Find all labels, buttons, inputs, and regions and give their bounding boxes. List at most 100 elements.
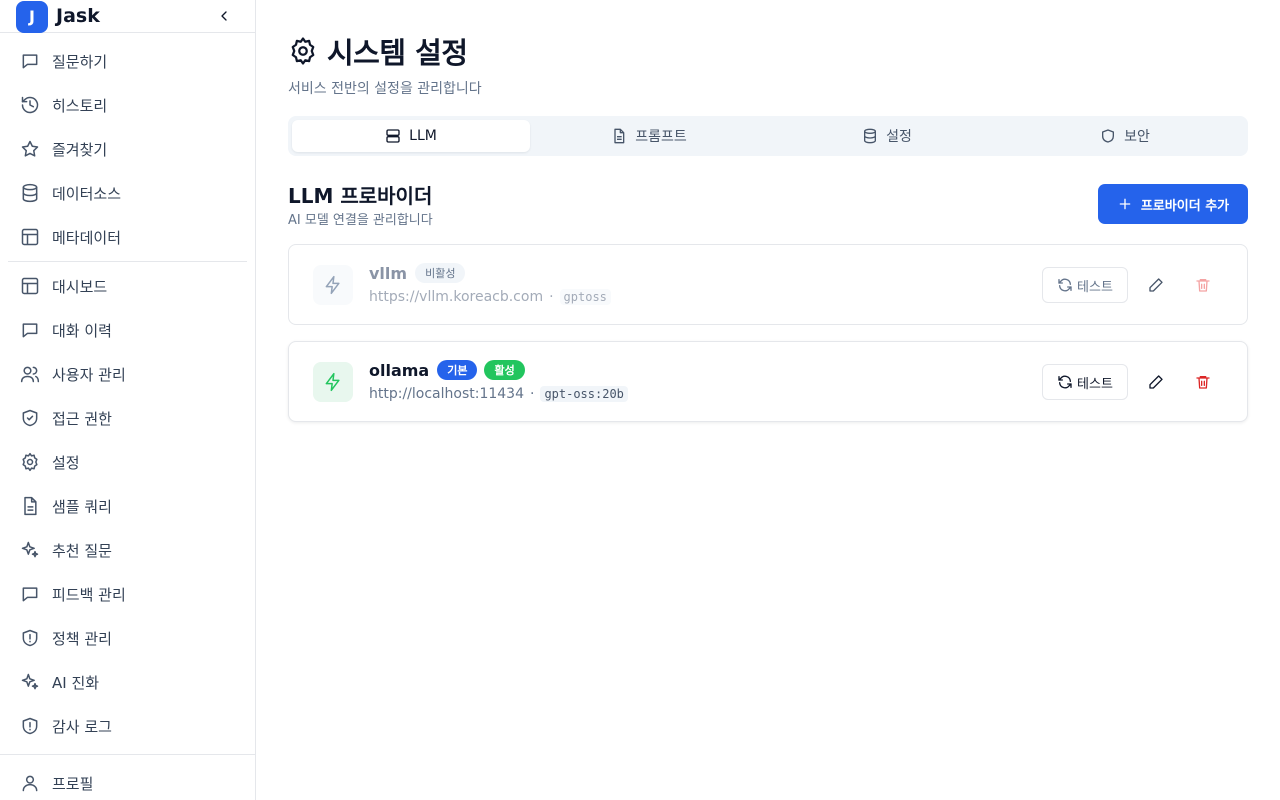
provider-card-ollama: ollama 기본 활성 http://localhost:11434 · gp… [288, 341, 1248, 422]
sidebar-item-policies[interactable]: 정책 관리 [0, 616, 255, 660]
provider-model: gptoss [559, 289, 611, 305]
shield-check-icon [20, 408, 40, 428]
shield-alert-icon [20, 716, 40, 736]
sidebar-item-sample-queries[interactable]: 샘플 쿼리 [0, 484, 255, 528]
sidebar-divider [8, 261, 247, 262]
test-label: 테스트 [1077, 279, 1113, 295]
provider-name: vllm [369, 263, 408, 283]
delete-button[interactable] [1187, 366, 1219, 398]
database-icon [862, 128, 878, 144]
provider-card-vllm: vllm 비활성 https://vllm.koreacb.com · gpto… [288, 244, 1248, 325]
message-icon [20, 320, 40, 340]
sidebar-item-dashboard[interactable]: 대시보드 [0, 264, 255, 308]
collapse-sidebar-button[interactable] [212, 4, 236, 28]
shield-alert-icon [20, 628, 40, 648]
provider-url: https://vllm.koreacb.com [369, 289, 544, 305]
layout-icon [20, 227, 40, 247]
tab-label: 프롬프트 [635, 129, 687, 145]
sidebar-item-metadata[interactable]: 메타데이터 [0, 215, 255, 259]
test-button[interactable]: 테스트 [1042, 267, 1128, 303]
sidebar-item-label: 샘플 쿼리 [52, 497, 112, 516]
sidebar-item-ai-evolution[interactable]: AI 진화 [0, 660, 255, 704]
sidebar-item-label: 감사 로그 [52, 717, 112, 736]
provider-url: http://localhost:11434 [369, 386, 524, 402]
sidebar-item-label: 즐겨찾기 [52, 140, 108, 159]
tab-label: LLM [409, 128, 437, 144]
provider-avatar [313, 265, 353, 305]
title-row: 시스템 설정 [288, 30, 482, 72]
provider-name-row: vllm 비활성 [369, 263, 466, 283]
sidebar-item-label: 대화 이력 [52, 321, 112, 340]
provider-endpoint-row: http://localhost:11434 · gpt-oss:20b [369, 386, 628, 402]
message-icon [20, 584, 40, 604]
sidebar-item-label: 접근 권한 [52, 409, 112, 428]
tab-llm[interactable]: LLM [292, 120, 530, 152]
sidebar-item-ask[interactable]: 질문하기 [0, 39, 255, 83]
status-badge-active: 활성 [484, 360, 525, 380]
sidebar-nav-account: 프로필 [0, 761, 255, 800]
trash-icon [1196, 279, 1210, 292]
sidebar-item-label: 질문하기 [52, 52, 108, 71]
trash-icon [1196, 376, 1210, 389]
sidebar-item-conversations[interactable]: 대화 이력 [0, 308, 255, 352]
test-label: 테스트 [1077, 376, 1113, 392]
sidebar-item-label: 설정 [52, 453, 80, 472]
sidebar-item-datasource[interactable]: 데이터소스 [0, 171, 255, 215]
sidebar-item-label: 데이터소스 [52, 184, 122, 203]
sidebar-item-audit-log[interactable]: 감사 로그 [0, 704, 255, 748]
bolt-icon [325, 372, 340, 392]
page-header: 시스템 설정 서비스 전반의 설정을 관리합니다 [288, 30, 482, 98]
sparkles-icon [20, 672, 40, 692]
chevron-left-icon [221, 11, 227, 21]
refresh-icon [1057, 374, 1073, 390]
star-icon [20, 139, 40, 159]
main-content: 시스템 설정 서비스 전반의 설정을 관리합니다 LLM 프롬프트 설정 보안 … [256, 0, 1280, 800]
file-icon [611, 128, 627, 144]
provider-model: gpt-oss:20b [540, 386, 628, 402]
tab-settings[interactable]: 설정 [768, 120, 1006, 152]
sidebar-item-profile[interactable]: 프로필 [0, 761, 255, 800]
sidebar-item-settings[interactable]: 설정 [0, 440, 255, 484]
tab-label: 설정 [886, 129, 912, 145]
tab-prompts[interactable]: 프롬프트 [530, 120, 768, 152]
user-icon [20, 773, 40, 793]
provider-endpoint-row: https://vllm.koreacb.com · gptoss [369, 289, 611, 305]
sidebar-item-recommended[interactable]: 추천 질문 [0, 528, 255, 572]
sidebar-item-history[interactable]: 히스토리 [0, 83, 255, 127]
add-provider-button[interactable]: 프로바이더 추가 [1098, 184, 1248, 224]
sidebar-item-label: AI 진화 [52, 673, 100, 692]
history-icon [20, 95, 40, 115]
sidebar-nav-main: 질문하기 히스토리 즐겨찾기 데이터소스 메타데이터 [0, 39, 255, 259]
sidebar: J Jask 질문하기 히스토리 즐겨찾기 데이터소스 메타데이터 대시보드 대… [0, 0, 256, 800]
test-button[interactable]: 테스트 [1042, 364, 1128, 400]
gear-icon [20, 452, 40, 472]
shield-icon [1100, 128, 1116, 144]
sidebar-nav-admin: 대시보드 대화 이력 사용자 관리 접근 권한 설정 샘플 쿼리 추천 질문 피… [0, 264, 255, 748]
section-subtitle: AI 모델 연결을 관리합니다 [288, 213, 433, 228]
sidebar-item-favorites[interactable]: 즐겨찾기 [0, 127, 255, 171]
tab-security[interactable]: 보안 [1006, 120, 1244, 152]
message-icon [20, 51, 40, 71]
tab-label: 보안 [1124, 129, 1150, 145]
separator: · [549, 289, 554, 305]
status-badge-inactive: 비활성 [415, 263, 466, 283]
brand-logo[interactable]: J [16, 0, 48, 33]
sidebar-item-label: 프로필 [52, 774, 94, 793]
brand-name[interactable]: Jask [56, 5, 100, 27]
sidebar-item-users[interactable]: 사용자 관리 [0, 352, 255, 396]
brand: J Jask [0, 0, 255, 33]
pencil-icon [1149, 375, 1163, 389]
separator: · [529, 386, 535, 402]
delete-button[interactable] [1187, 269, 1219, 301]
sidebar-item-feedback[interactable]: 피드백 관리 [0, 572, 255, 616]
edit-button[interactable] [1140, 366, 1172, 398]
provider-name: ollama [369, 360, 430, 380]
users-icon [20, 364, 40, 384]
bolt-icon [325, 275, 340, 295]
sparkles-icon [20, 540, 40, 560]
add-provider-label: 프로바이더 추가 [1140, 198, 1230, 214]
provider-avatar [313, 362, 353, 402]
edit-button[interactable] [1140, 269, 1172, 301]
sidebar-item-access[interactable]: 접근 권한 [0, 396, 255, 440]
sidebar-item-label: 사용자 관리 [52, 365, 126, 384]
